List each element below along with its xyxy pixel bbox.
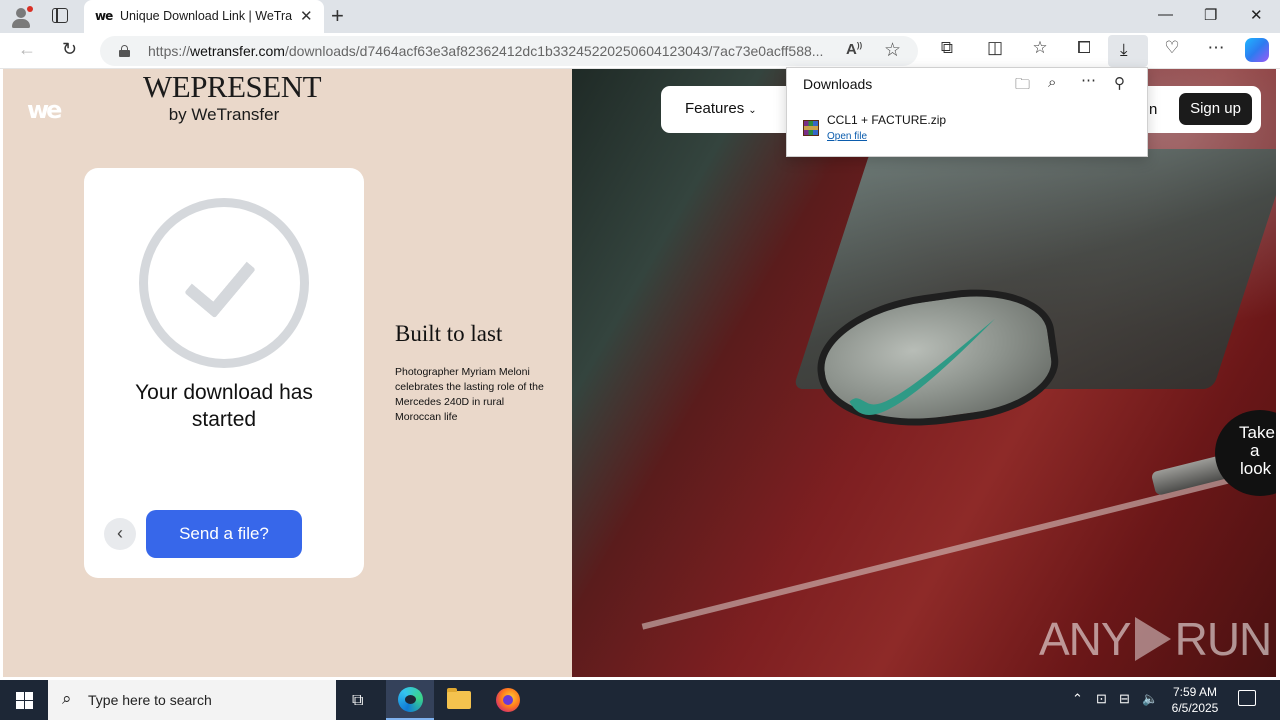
signup-button[interactable]: Sign up — [1179, 93, 1252, 125]
taskbar-file-explorer[interactable] — [435, 680, 483, 720]
taskbar-clock[interactable]: 7:59 AM 6/5/2025 — [1160, 684, 1230, 716]
copilot-icon[interactable] — [1245, 38, 1269, 62]
zip-file-icon — [803, 120, 819, 136]
send-file-button[interactable]: Send a file? — [146, 510, 302, 558]
device-icon[interactable]: ⊡ — [1096, 691, 1107, 707]
pin-icon[interactable]: ⚲ — [1114, 74, 1125, 92]
lock-icon[interactable] — [119, 45, 130, 57]
favorites-icon[interactable]: ☆ — [1028, 38, 1052, 58]
firefox-icon — [496, 688, 520, 712]
task-view-icon: ⧉ — [352, 692, 364, 709]
story-title[interactable]: Built to last — [395, 321, 502, 347]
anyrun-watermark: ANY RUN — [1039, 613, 1272, 665]
task-view-button[interactable]: ⧉ — [336, 680, 384, 720]
browser-essentials-icon[interactable]: ♡ — [1160, 38, 1184, 58]
download-filename[interactable]: CCL1 + FACTURE.zip — [827, 113, 946, 127]
tab-title: Unique Download Link | WeTransfer — [120, 9, 292, 23]
restore-icon[interactable]: ❐ — [1204, 6, 1217, 24]
read-aloud-icon[interactable]: A)) — [846, 41, 862, 58]
checkmark-icon — [139, 198, 309, 368]
chevron-down-icon: ⌄ — [748, 105, 757, 116]
taskbar-search[interactable]: ⌕ Type here to search — [48, 680, 336, 720]
wepresent-logo[interactable]: WEPRESENT by WeTransfer — [143, 71, 322, 125]
taskbar-firefox[interactable] — [484, 680, 532, 720]
volume-icon[interactable]: 🔈 — [1142, 691, 1158, 707]
network-icon[interactable]: ⊟ — [1119, 691, 1130, 707]
login-link[interactable]: n — [1149, 101, 1157, 118]
split-screen-icon[interactable]: ◫ — [983, 38, 1007, 58]
download-icon: ⤓ — [1120, 40, 1128, 59]
windows-taskbar: ⌕ Type here to search ⧉ ⌃ ⊡ ⊟ 🔈 7:59 AM … — [0, 680, 1280, 720]
notification-icon[interactable] — [1238, 690, 1256, 706]
start-button[interactable] — [16, 692, 33, 709]
navigation-bar: ← ↻ https://wetransfer.com/downloads/d74… — [0, 33, 1280, 69]
new-tab-icon[interactable]: + — [331, 3, 344, 29]
download-card: Your download has started ‹ Send a file? — [84, 168, 364, 578]
tab-actions-icon[interactable] — [52, 8, 68, 23]
story-description: Photographer Myriam Meloni celebrates th… — [395, 366, 544, 423]
downloads-panel: Downloads 🗀 ⌕ ⋯ ⚲ CCL1 + FACTURE.zip Ope… — [786, 67, 1148, 157]
tab-wetransfer[interactable]: we Unique Download Link | WeTransfer ✕ — [84, 0, 324, 33]
reload-icon[interactable]: ↻ — [62, 39, 77, 60]
download-button[interactable]: ⤓ — [1108, 35, 1148, 67]
profile-icon[interactable] — [8, 4, 34, 28]
download-status-title: Your download has started — [135, 381, 313, 431]
open-file-link[interactable]: Open file — [827, 131, 867, 142]
folder-icon — [447, 688, 471, 709]
left-panel: we WEPRESENT by WeTransfer Your download… — [3, 69, 572, 677]
search-downloads-icon[interactable]: ⌕ — [1048, 74, 1056, 91]
page-content: we WEPRESENT by WeTransfer Your download… — [3, 69, 1276, 677]
close-tab-icon[interactable]: ✕ — [300, 7, 313, 25]
minimize-icon[interactable]: — — [1158, 6, 1173, 23]
wetransfer-logo[interactable]: we — [27, 96, 62, 124]
wetransfer-favicon-icon: we — [95, 9, 113, 23]
more-options-icon[interactable]: ⋯ — [1081, 71, 1096, 89]
search-icon: ⌕ — [62, 689, 72, 708]
previous-button[interactable]: ‹ — [104, 518, 136, 550]
background-photo — [572, 69, 1276, 677]
edge-icon — [398, 687, 423, 712]
back-arrow-icon[interactable]: ← — [18, 39, 36, 60]
collections-icon[interactable]: ⧠ — [1072, 38, 1096, 58]
show-hidden-icons-icon[interactable]: ⌃ — [1072, 691, 1083, 707]
close-window-icon[interactable]: ✕ — [1250, 6, 1263, 24]
taskbar-edge[interactable] — [386, 680, 434, 720]
url-text[interactable]: https://wetransfer.com/downloads/d7464ac… — [148, 43, 838, 59]
extensions-icon[interactable]: ⧉ — [935, 38, 959, 58]
features-menu[interactable]: Features ⌄ — [685, 100, 757, 117]
downloads-title: Downloads — [803, 76, 873, 92]
more-icon[interactable]: ⋯ — [1204, 38, 1228, 58]
browser-title-bar: we Unique Download Link | WeTransfer ✕ +… — [0, 0, 1280, 33]
address-bar[interactable]: https://wetransfer.com/downloads/d7464ac… — [100, 36, 918, 66]
favorite-star-icon[interactable]: ☆ — [884, 39, 901, 62]
open-folder-icon[interactable]: 🗀 — [1015, 74, 1030, 99]
